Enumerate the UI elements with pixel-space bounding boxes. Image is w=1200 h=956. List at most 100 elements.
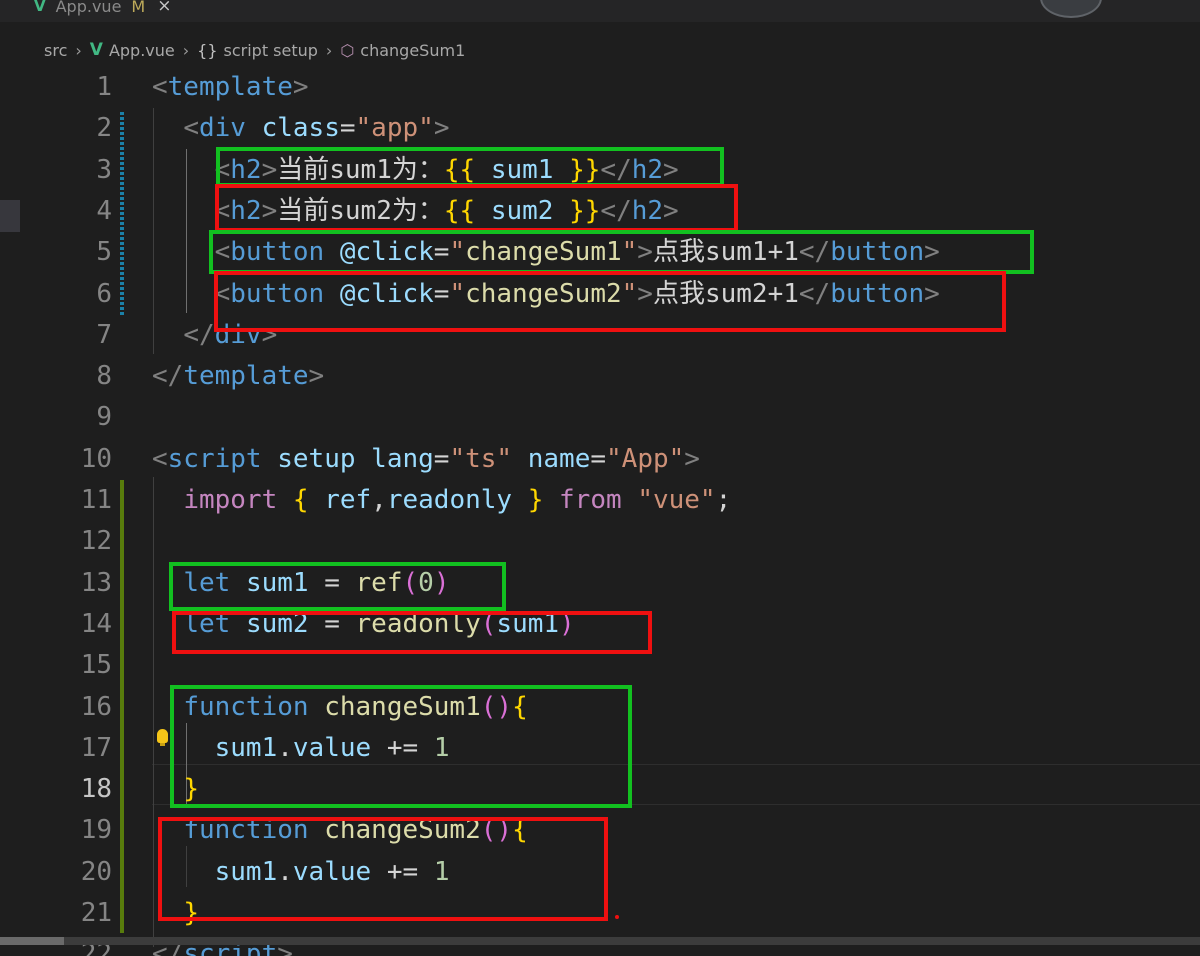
code-line[interactable]: 8 </template> (0, 356, 1200, 397)
breadcrumb-item-src[interactable]: src (44, 41, 67, 60)
line-number: 14 (80, 608, 112, 639)
code-line[interactable]: 9 (0, 397, 1200, 438)
line-number: 9 (96, 402, 112, 433)
code-token: ; (715, 485, 732, 515)
code-token: = (339, 113, 356, 144)
code-line[interactable]: 10 <script setup lang="ts" name="App"> (0, 439, 1200, 480)
code-line[interactable]: 12 (0, 521, 1200, 562)
avatar[interactable] (1040, 0, 1102, 18)
breadcrumb: src › V App.vue › {} script setup › ⬡ ch… (0, 30, 465, 70)
vue-file-icon: V (89, 40, 103, 60)
annotation-box-red (172, 611, 652, 654)
code-token: = (433, 443, 450, 474)
code-token: "app" (355, 113, 434, 144)
line-number: 15 (80, 650, 112, 681)
code-token: template (183, 361, 309, 392)
code-token: name (527, 443, 591, 474)
code-token: "App" (606, 443, 685, 474)
code-token: < (152, 443, 168, 474)
line-number: 17 (80, 732, 112, 763)
annotation-box-green (216, 147, 724, 187)
line-number: 12 (80, 526, 112, 557)
close-icon[interactable]: × (157, 0, 171, 16)
code-token: "vue" (637, 485, 716, 515)
code-token: class (261, 113, 340, 144)
tab-app-vue[interactable]: V App.vue M × (34, 0, 171, 18)
scrollbar-thumb[interactable] (0, 937, 64, 945)
code-token: import (183, 485, 278, 515)
code-token: > (433, 113, 450, 144)
code-line[interactable]: 1 <template> (0, 67, 1200, 108)
line-number: 21 (80, 898, 112, 928)
line-number: 8 (96, 361, 112, 392)
line-number: 18 (80, 774, 112, 805)
code-text: <template> (152, 67, 309, 108)
code-token: > (684, 443, 700, 474)
line-number: 5 (96, 237, 112, 268)
annotation-dot (615, 915, 619, 919)
annotation-box-green (170, 685, 632, 808)
annotation-box-red (215, 184, 738, 232)
code-token: > (308, 361, 325, 392)
chevron-right-icon: › (182, 40, 190, 60)
code-text: <script setup lang="ts" name="App"> (152, 439, 700, 480)
code-token: from (559, 485, 622, 515)
annotation-box-red (158, 817, 608, 921)
code-token: lang (371, 443, 434, 474)
line-number: 11 (80, 485, 112, 515)
line-number: 13 (80, 567, 112, 598)
line-number: 6 (96, 278, 112, 309)
code-text: </template> (152, 356, 324, 397)
annotation-box-green (169, 562, 506, 611)
line-number: 3 (96, 154, 112, 185)
horizontal-scrollbar[interactable] (0, 937, 1200, 945)
braces-icon: {} (197, 40, 218, 60)
code-token: readonly (386, 485, 528, 515)
code-text: <div class="app"> (152, 108, 449, 149)
code-token: < (183, 113, 199, 144)
line-number: 2 (96, 113, 112, 144)
code-token: { (292, 485, 309, 515)
line-number: 7 (96, 319, 112, 350)
lightbulb-icon[interactable] (157, 729, 168, 746)
chevron-right-icon: › (325, 40, 333, 60)
code-token: ref (308, 485, 372, 515)
tab-filename: App.vue (55, 0, 122, 16)
code-token: "ts" (449, 443, 513, 474)
tab-modified-status: M (131, 0, 146, 16)
code-token: script (167, 443, 262, 474)
line-number: 10 (80, 443, 112, 474)
breadcrumb-item-file[interactable]: App.vue (109, 41, 175, 60)
code-line[interactable]: 11 import { ref,readonly } from "vue"; (0, 480, 1200, 521)
code-token: </ (152, 361, 184, 392)
annotation-box-green (209, 230, 1034, 274)
vue-file-icon: V (34, 0, 46, 15)
code-token: > (292, 72, 309, 102)
line-number: 4 (96, 195, 112, 226)
code-token: div (198, 113, 246, 144)
line-number: 16 (80, 691, 112, 722)
breadcrumb-item-symbol[interactable]: changeSum1 (360, 41, 465, 60)
line-number: 1 (96, 72, 112, 102)
code-token: , (371, 485, 387, 515)
editor-tab-bar: V App.vue M × (0, 0, 1200, 22)
code-token: </ (183, 319, 215, 350)
breadcrumb-item-section[interactable]: script setup (224, 41, 318, 60)
method-cube-icon: ⬡ (340, 40, 355, 60)
line-number: 20 (80, 856, 112, 887)
code-token: = (590, 443, 607, 474)
code-line[interactable]: 2 <div class="app"> (0, 108, 1200, 149)
code-token: } (527, 485, 544, 515)
